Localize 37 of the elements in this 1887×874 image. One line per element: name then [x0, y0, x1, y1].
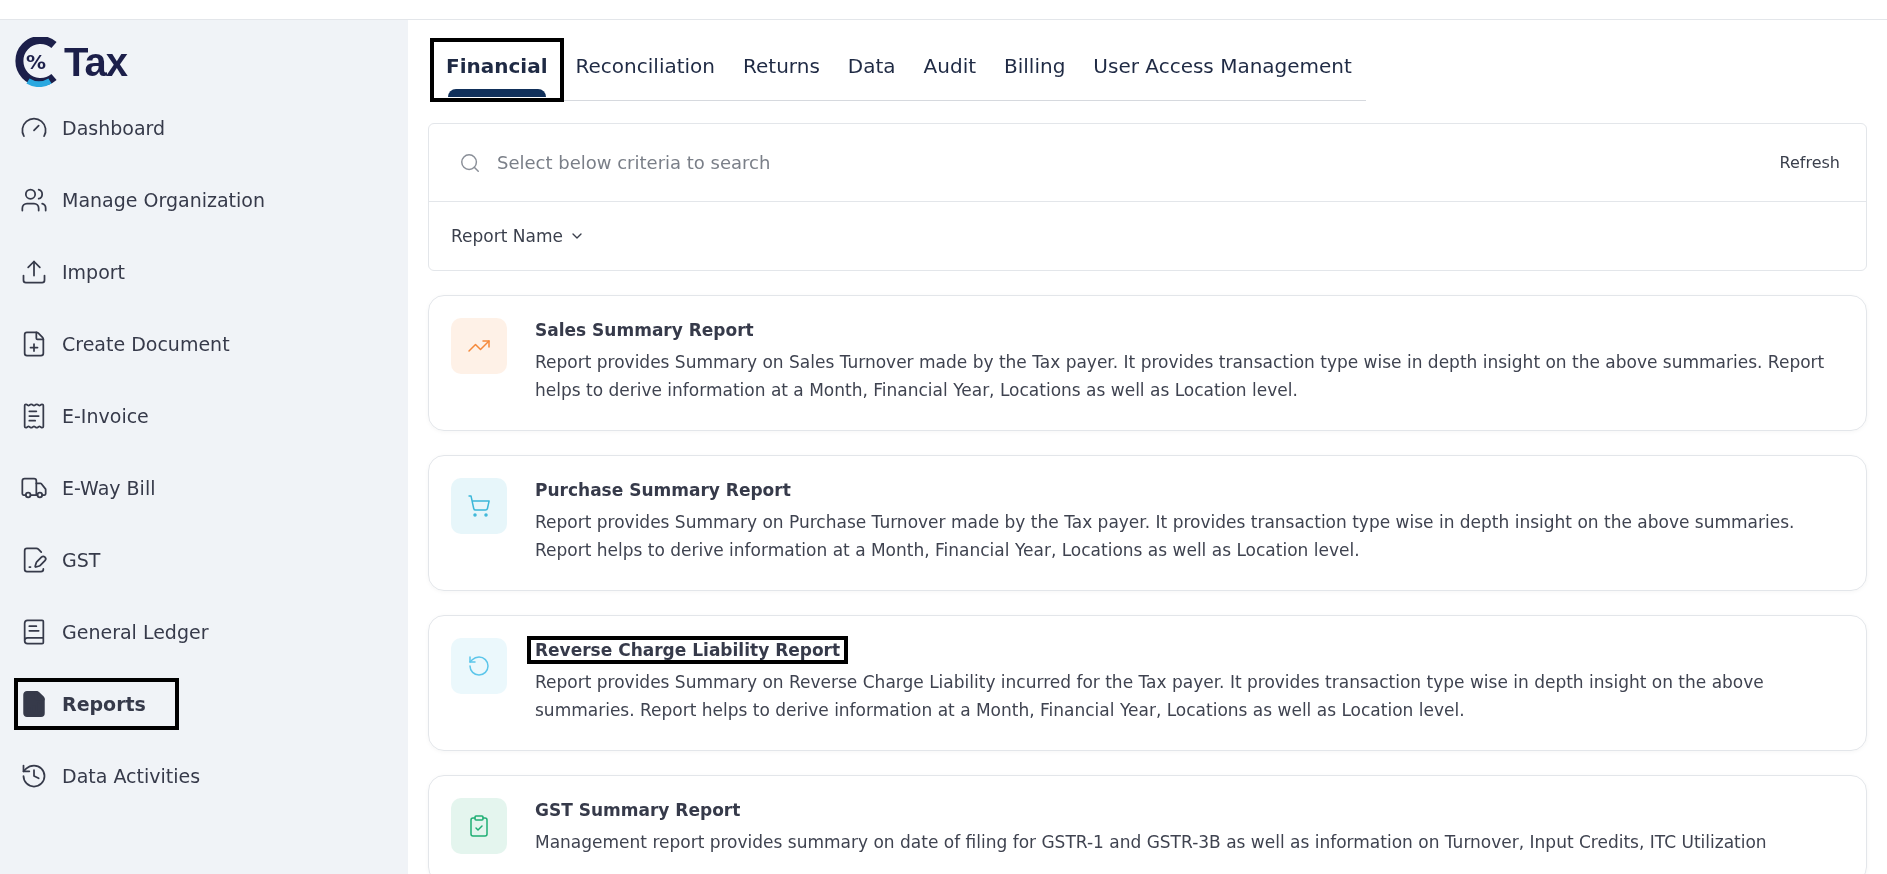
- tab[interactable]: Data: [833, 40, 910, 100]
- cart-icon: [467, 494, 491, 518]
- history-icon: [20, 762, 48, 790]
- tab[interactable]: Reconciliation: [561, 40, 729, 100]
- tab[interactable]: User Access Management: [1079, 40, 1366, 100]
- clipboard-icon: [467, 814, 491, 838]
- report-title: Sales Summary Report: [534, 319, 755, 342]
- report-card[interactable]: [428, 455, 1867, 591]
- report-card[interactable]: [428, 615, 1867, 751]
- sidebar-item[interactable]: Manage Organization: [14, 174, 275, 226]
- report-title: Reverse Charge Liability Report: [529, 638, 847, 662]
- report-card[interactable]: [428, 295, 1867, 431]
- sidebar-item[interactable]: Import: [14, 246, 136, 298]
- search-icon: [459, 151, 481, 174]
- sidebar-item[interactable]: General Ledger: [14, 606, 219, 658]
- report-description: Report provides Summary on Purchase Turnover made by the Tax payer. It provides transaction type wise in depth insight on the above summaries. Report helps to derive information at a Month, Financial Year, Locations as well as Location level.: [535, 511, 1796, 562]
- sidebar-item[interactable]: Dashboard: [14, 102, 176, 154]
- upload-icon: [20, 258, 48, 286]
- refresh-button[interactable]: Refresh: [1773, 152, 1846, 173]
- logo-text: Tax: [64, 39, 127, 85]
- report-description: Report provides Summary on Sales Turnover made by the Tax payer. It provides transaction type wise in depth insight on the above summaries. Report helps to derive information at a Month, Financial Year, Locations as well as Location level.: [535, 351, 1826, 402]
- report-name-dropdown[interactable]: Report Name: [451, 226, 585, 246]
- tab[interactable]: Billing: [990, 40, 1080, 100]
- sidebar-item[interactable]: Data Activities: [14, 750, 211, 802]
- sidebar-item[interactable]: GST: [14, 534, 111, 586]
- tab[interactable]: Audit: [909, 40, 991, 100]
- sidebar-item[interactable]: Create Document: [14, 318, 240, 370]
- report-description: Report provides Summary on Reverse Charge Liability incurred for the Tax payer. It provides transaction type wise in depth insight on the above summaries. Report helps to derive information at a Month, Financial Year, Locations as well as Location level.: [535, 671, 1765, 722]
- report-title: GST Summary Report: [534, 799, 742, 822]
- sidebar-item[interactable]: E-Invoice: [14, 390, 159, 442]
- sidebar-item[interactable]: E-Way Bill: [14, 462, 166, 514]
- report-title: Purchase Summary Report: [534, 479, 792, 502]
- tab[interactable]: Financial: [432, 40, 562, 100]
- sidebar-item[interactable]: Reports: [14, 678, 179, 730]
- report-description: Management report provides summary on date of filing for GSTR-1 and GSTR-3B as well as information on Turnover, Input Credits, ITC Utilization: [535, 831, 1767, 854]
- undo-icon: [467, 654, 491, 678]
- tab[interactable]: Returns: [729, 40, 834, 100]
